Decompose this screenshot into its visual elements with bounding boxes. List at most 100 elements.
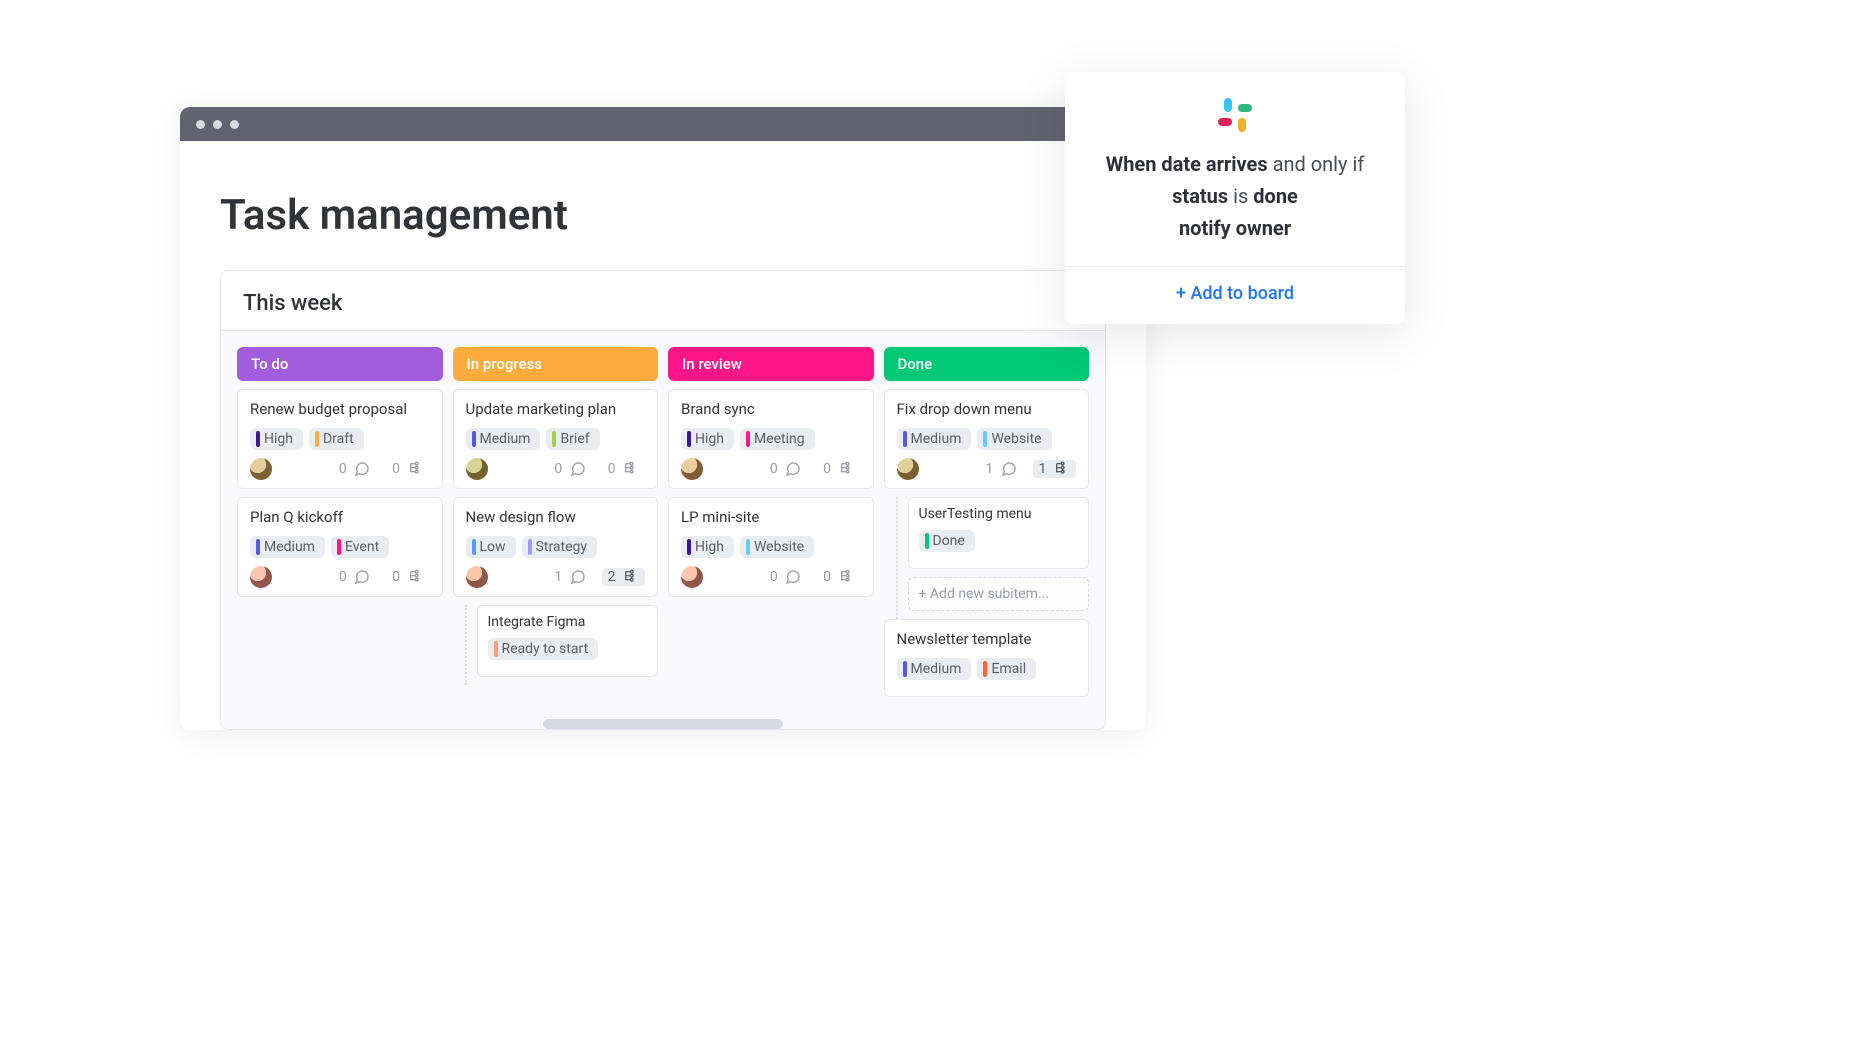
kanban-column-in_progress: In progress Update marketing plan Medium… [453, 347, 659, 727]
tag[interactable]: Medium [250, 536, 325, 558]
horizontal-scrollbar[interactable] [543, 719, 783, 729]
column-header[interactable]: To do [237, 347, 443, 381]
comments-count[interactable]: 0 [333, 460, 376, 478]
card-footer: 1 2 [466, 566, 646, 588]
card-footer: 0 0 [250, 566, 430, 588]
tag-label: Meeting [754, 431, 805, 447]
avatar[interactable] [466, 458, 488, 480]
avatar[interactable] [466, 566, 488, 588]
page-body: Task management This week To do Renew bu… [180, 141, 1146, 730]
tag[interactable]: Ready to start [488, 638, 599, 660]
titlebar [180, 107, 1146, 141]
comments-count[interactable]: 0 [764, 568, 807, 586]
tag[interactable]: Draft [309, 428, 364, 450]
kanban-card[interactable]: Brand sync HighMeeting 0 0 [668, 389, 874, 489]
comment-icon [354, 461, 370, 477]
kanban-card[interactable]: Fix drop down menu Medium Website 1 1 [884, 389, 1090, 489]
subtasks-count[interactable]: 2 [602, 568, 645, 586]
board: This week To do Renew budget proposal Hi… [220, 270, 1106, 730]
card-title: New design flow [466, 508, 646, 526]
window-control-dot[interactable] [213, 120, 222, 129]
app-window: Task management This week To do Renew bu… [180, 107, 1146, 730]
comments-count[interactable]: 0 [548, 460, 591, 478]
tags: High Website [681, 536, 861, 558]
comments-count[interactable]: 1 [979, 460, 1022, 478]
column-header[interactable]: Done [884, 347, 1090, 381]
kanban-column-done: Done Fix drop down menu Medium Website 1 … [884, 347, 1090, 727]
comments-count[interactable]: 0 [333, 568, 376, 586]
tags: Done [919, 530, 1079, 552]
avatar[interactable] [897, 458, 919, 480]
tag[interactable]: Medium [466, 428, 541, 450]
tag[interactable]: High [681, 428, 734, 450]
comments-count[interactable]: 0 [764, 460, 807, 478]
tag[interactable]: Website [977, 428, 1051, 450]
tag[interactable]: Meeting [740, 428, 815, 450]
tag-label: Medium [911, 661, 962, 677]
subtasks-count[interactable]: 0 [602, 460, 645, 478]
tag-label: Medium [480, 431, 531, 447]
subtask-icon [1054, 461, 1070, 477]
card-title: LP mini-site [681, 508, 861, 526]
subtasks-count[interactable]: 0 [817, 460, 860, 478]
comments-count[interactable]: 1 [548, 568, 591, 586]
avatar[interactable] [681, 566, 703, 588]
subitem-title: Integrate Figma [488, 614, 648, 630]
card-title: Renew budget proposal [250, 400, 430, 418]
tag-label: Draft [323, 431, 354, 447]
card-title: Fix drop down menu [897, 400, 1077, 418]
tag[interactable]: Email [977, 658, 1036, 680]
subtasks-count[interactable]: 0 [386, 568, 429, 586]
add-to-board-button[interactable]: + Add to board [1089, 283, 1381, 304]
subtask-icon [839, 569, 855, 585]
column-header[interactable]: In progress [453, 347, 659, 381]
tags: Medium Website [897, 428, 1077, 450]
tag-label: High [264, 431, 293, 447]
tag[interactable]: High [250, 428, 303, 450]
comment-icon [570, 569, 586, 585]
add-subitem-button[interactable]: + Add new subitem... [908, 577, 1090, 611]
rule-bold: When date arrives [1106, 152, 1268, 176]
tag[interactable]: High [681, 536, 734, 558]
tag[interactable]: Low [466, 536, 516, 558]
subtasks-count[interactable]: 1 [1033, 460, 1076, 478]
subitem-title: UserTesting menu [919, 506, 1079, 522]
comment-icon [1001, 461, 1017, 477]
tag[interactable]: Strategy [522, 536, 597, 558]
comment-icon [785, 569, 801, 585]
kanban-card[interactable]: Newsletter template Medium Email [884, 619, 1090, 697]
kanban-card[interactable]: Update marketing plan MediumBrief 0 0 [453, 389, 659, 489]
tags: Medium Brief [466, 428, 646, 450]
group-title[interactable]: This week [221, 271, 1105, 331]
tag[interactable]: Website [740, 536, 814, 558]
tag[interactable]: Done [919, 530, 975, 552]
kanban-card[interactable]: Plan Q kickoff MediumEvent 0 0 [237, 497, 443, 597]
card-footer: 0 0 [681, 458, 861, 480]
avatar[interactable] [250, 566, 272, 588]
tags: Low Strategy [466, 536, 646, 558]
avatar[interactable] [250, 458, 272, 480]
kanban-card[interactable]: New design flow Low Strategy 1 2 [453, 497, 659, 597]
subitem-card[interactable]: UserTesting menu Done [908, 497, 1090, 569]
comment-icon [785, 461, 801, 477]
window-control-dot[interactable] [230, 120, 239, 129]
card-title: Newsletter template [897, 630, 1077, 648]
tags: High Draft [250, 428, 430, 450]
column-header[interactable]: In review [668, 347, 874, 381]
tag[interactable]: Brief [546, 428, 599, 450]
window-control-dot[interactable] [196, 120, 205, 129]
tag-label: Website [991, 431, 1041, 447]
tag-label: Website [754, 539, 804, 555]
subtasks-count[interactable]: 0 [817, 568, 860, 586]
subitem-card[interactable]: Integrate Figma Ready to start [477, 605, 659, 677]
kanban-card[interactable]: Renew budget proposal High Draft 0 0 [237, 389, 443, 489]
avatar[interactable] [681, 458, 703, 480]
tag[interactable]: Medium [897, 428, 972, 450]
kanban-card[interactable]: LP mini-site High Website 0 0 [668, 497, 874, 597]
tag[interactable]: Event [331, 536, 389, 558]
subtasks-count[interactable]: 0 [386, 460, 429, 478]
card-footer: 0 0 [681, 566, 861, 588]
subtask-icon [408, 461, 424, 477]
rule-bold: status [1172, 184, 1228, 208]
tag[interactable]: Medium [897, 658, 972, 680]
